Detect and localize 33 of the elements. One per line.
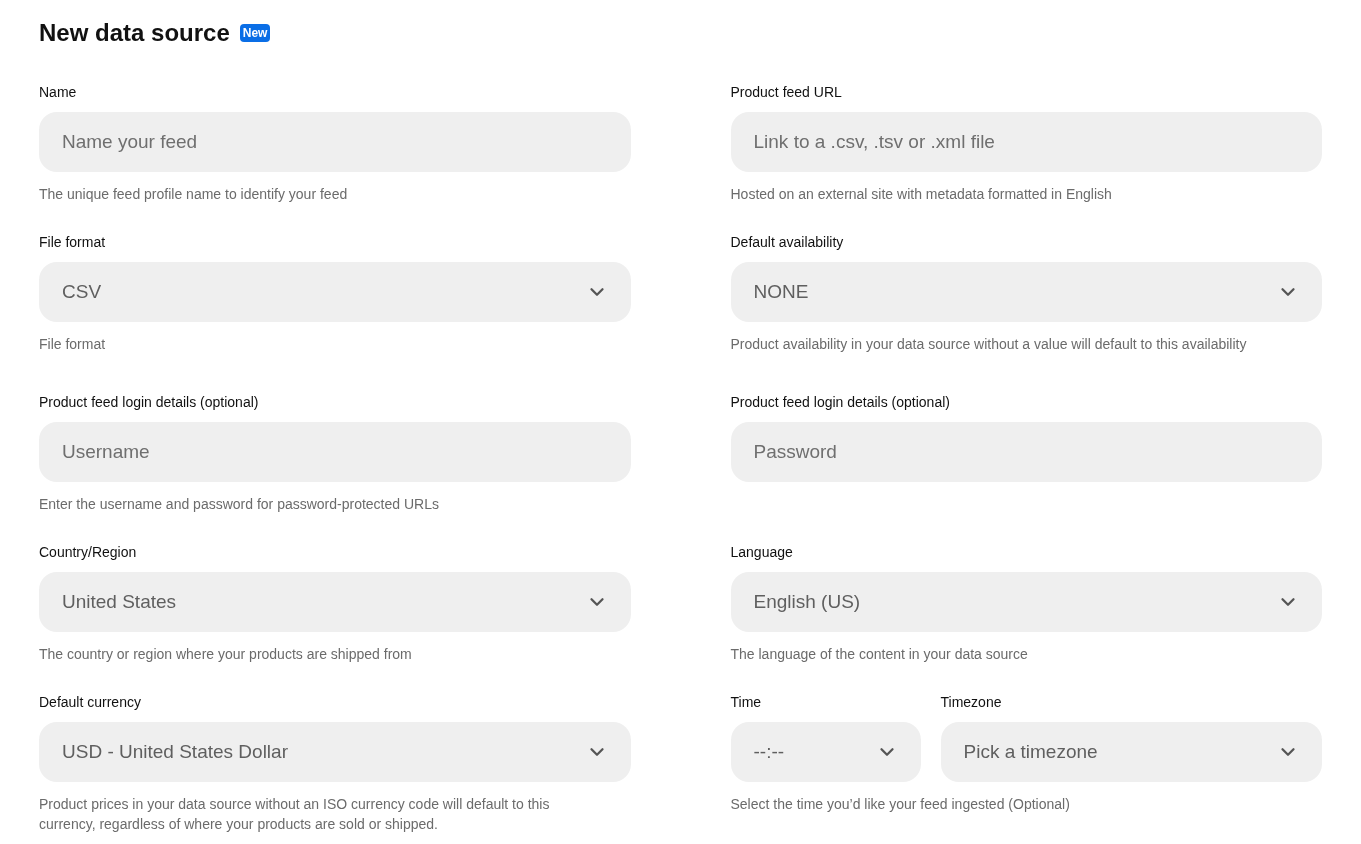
field-label: Country/Region [39,543,138,561]
field-label: Default availability [730,233,845,251]
dropdown[interactable]: CSV [39,262,631,322]
field-label: Product feed login details (optional) [39,393,260,411]
text-field[interactable]: Link to a .csv, .tsv or .xml file [730,112,1322,172]
help-text: The country or region where your products are shipped from [39,645,413,664]
dropdown[interactable]: Pick a timezone [940,722,1322,782]
help-text: The unique feed profile name to identify your feed [39,185,349,204]
field-label: Timezone [940,693,1003,711]
new-badge: New [239,24,271,42]
help-text: Enter the username and password for password-protected URLs [39,495,440,514]
field-label: Product feed login details (optional) [730,393,951,411]
page-title: New data source [39,19,230,47]
help-text: File format [39,335,107,354]
dropdown[interactable]: --:-- [730,722,921,782]
field-label: Time [730,693,763,711]
field-label: File format [39,233,107,251]
field-label: Name [39,83,78,101]
dropdown[interactable]: USD - United States Dollar [39,722,631,782]
field-label: Default currency [39,693,142,711]
help-text: Select the time you’d like your feed ingested (Optional) [730,795,1071,814]
help-text: The language of the content in your data source [730,645,1029,664]
text-field[interactable]: Password [730,422,1322,482]
dropdown[interactable]: English (US) [730,572,1322,632]
dropdown[interactable]: United States [39,572,631,632]
dropdown[interactable]: NONE [730,262,1322,322]
field-label: Product feed URL [730,83,843,101]
text-field[interactable]: Name your feed [39,112,631,172]
help-text: Product prices in your data source without an ISO currency code will default to this currency, regardless of where your products are sold or shipped. [39,795,551,834]
text-field[interactable]: Username [39,422,631,482]
help-text: Hosted on an external site with metadata formatted in English [730,185,1113,204]
field-label: Language [730,543,794,561]
help-text: Product availability in your data source without a value will default to this availability [730,335,1248,354]
